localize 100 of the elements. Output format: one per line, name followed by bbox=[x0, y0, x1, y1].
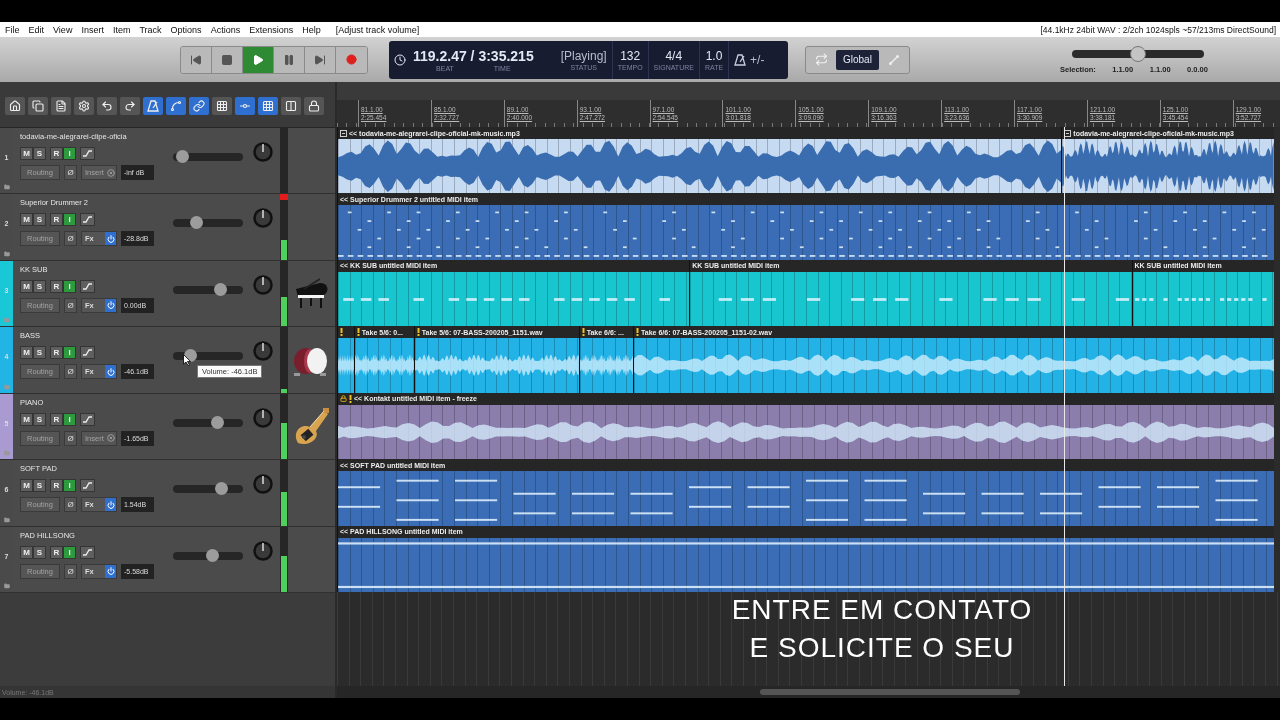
menu-item[interactable]: Extensions bbox=[249, 24, 294, 35]
track-toggle-button[interactable]: R bbox=[50, 346, 63, 360]
skip-back-button[interactable] bbox=[181, 46, 212, 73]
settings-button[interactable] bbox=[74, 97, 94, 115]
lock-button[interactable] bbox=[304, 97, 324, 115]
pan-knob[interactable] bbox=[252, 406, 274, 429]
phase-button[interactable]: Ø bbox=[64, 497, 77, 513]
curve-button[interactable] bbox=[166, 97, 186, 115]
grid-button[interactable] bbox=[212, 97, 232, 115]
volume-fader[interactable] bbox=[173, 349, 243, 363]
track-toggle-button[interactable]: S bbox=[33, 479, 46, 493]
envelope-button[interactable] bbox=[80, 147, 95, 160]
track-toggle-button[interactable]: M bbox=[20, 545, 33, 559]
audio-item[interactable] bbox=[338, 404, 1274, 460]
volume-fader[interactable] bbox=[173, 548, 243, 562]
menu-item[interactable]: File bbox=[5, 24, 20, 35]
power-button[interactable] bbox=[105, 297, 117, 313]
phase-button[interactable]: Ø bbox=[64, 231, 77, 247]
file-button[interactable] bbox=[51, 97, 71, 115]
track-toggle-button[interactable]: S bbox=[33, 545, 46, 559]
envelope-button[interactable] bbox=[80, 346, 95, 360]
menu-item[interactable]: Edit bbox=[28, 24, 45, 35]
audio-item[interactable] bbox=[579, 338, 634, 393]
track-toggle-button[interactable]: S bbox=[33, 147, 46, 160]
menu-item[interactable]: Track bbox=[139, 24, 162, 35]
metronome-button[interactable] bbox=[143, 97, 163, 115]
bypass-button[interactable] bbox=[105, 165, 117, 180]
link-button[interactable] bbox=[189, 97, 209, 115]
envelope-button[interactable] bbox=[80, 479, 95, 493]
phase-button[interactable]: Ø bbox=[64, 430, 77, 446]
track-toggle-button[interactable]: R bbox=[50, 213, 63, 227]
track-toggle-button[interactable]: R bbox=[50, 545, 63, 559]
track-toggle-button[interactable]: R bbox=[50, 147, 63, 160]
copy-button[interactable] bbox=[28, 97, 48, 115]
phase-button[interactable]: Ø bbox=[64, 297, 77, 313]
midi-item[interactable] bbox=[690, 271, 1132, 327]
envelope-button[interactable] bbox=[80, 213, 95, 227]
track-toggle-button[interactable]: R bbox=[50, 479, 63, 493]
track-toggle-button[interactable]: I bbox=[63, 279, 76, 293]
pause-button[interactable] bbox=[274, 46, 305, 73]
master-slider[interactable] bbox=[1072, 45, 1204, 62]
play-button[interactable] bbox=[243, 46, 274, 73]
pan-knob[interactable] bbox=[252, 539, 274, 562]
pan-knob[interactable] bbox=[252, 141, 274, 163]
track-toggle-button[interactable]: I bbox=[63, 479, 76, 493]
pan-knob[interactable] bbox=[252, 340, 274, 363]
folder-icon[interactable] bbox=[3, 184, 10, 191]
metronome-toggle[interactable]: +/- bbox=[750, 52, 765, 67]
track-toggle-button[interactable]: M bbox=[20, 479, 33, 493]
volume-fader[interactable] bbox=[173, 282, 243, 296]
menu-item[interactable]: Actions bbox=[210, 24, 241, 35]
track-toggle-button[interactable]: I bbox=[63, 412, 76, 426]
volume-fader[interactable] bbox=[173, 216, 243, 230]
power-button[interactable] bbox=[105, 563, 117, 579]
split-button[interactable] bbox=[281, 97, 301, 115]
midi-item[interactable] bbox=[338, 471, 1274, 526]
global-button[interactable]: Global bbox=[836, 49, 879, 70]
track-toggle-button[interactable]: S bbox=[33, 279, 46, 293]
bypass-button[interactable] bbox=[105, 430, 117, 446]
grid-button[interactable] bbox=[258, 97, 278, 115]
power-button[interactable] bbox=[105, 231, 117, 247]
track-toggle-button[interactable]: M bbox=[20, 147, 33, 160]
track-toggle-button[interactable]: M bbox=[20, 279, 33, 293]
track-toggle-button[interactable]: I bbox=[63, 346, 76, 360]
track-toggle-button[interactable]: M bbox=[20, 412, 33, 426]
phase-button[interactable]: Ø bbox=[64, 563, 77, 579]
skip-forward-button[interactable] bbox=[305, 46, 336, 73]
horizontal-scrollbar[interactable] bbox=[337, 686, 1280, 698]
menu-item[interactable]: Item bbox=[112, 24, 131, 35]
menu-item[interactable]: Options bbox=[170, 24, 202, 35]
power-button[interactable] bbox=[105, 364, 117, 380]
home-button[interactable] bbox=[5, 97, 25, 115]
track-toggle-button[interactable]: S bbox=[33, 412, 46, 426]
phase-button[interactable]: Ø bbox=[64, 364, 77, 380]
menu-item[interactable]: Help bbox=[302, 24, 321, 35]
midi-item[interactable] bbox=[338, 271, 690, 327]
envelope-button[interactable] bbox=[80, 412, 95, 426]
track-toggle-button[interactable]: S bbox=[33, 346, 46, 360]
redo-button[interactable] bbox=[120, 97, 140, 115]
volume-fader[interactable] bbox=[173, 150, 243, 163]
volume-fader[interactable] bbox=[173, 482, 243, 496]
track-toggle-button[interactable]: I bbox=[63, 213, 76, 227]
volume-fader[interactable] bbox=[173, 415, 243, 429]
pan-knob[interactable] bbox=[252, 207, 274, 230]
folder-icon[interactable] bbox=[3, 582, 10, 589]
envelope-button[interactable] bbox=[80, 279, 95, 293]
envelope-button[interactable] bbox=[80, 545, 95, 559]
track-toggle-button[interactable]: R bbox=[50, 279, 63, 293]
pan-knob[interactable] bbox=[252, 473, 274, 496]
power-button[interactable] bbox=[105, 497, 117, 513]
menu-item[interactable]: View bbox=[53, 24, 73, 35]
menu-item[interactable]: Insert bbox=[81, 24, 104, 35]
track-toggle-button[interactable]: R bbox=[50, 412, 63, 426]
undo-button[interactable] bbox=[97, 97, 117, 115]
midi-item[interactable] bbox=[1132, 271, 1274, 327]
track-toggle-button[interactable]: M bbox=[20, 346, 33, 360]
track-toggle-button[interactable]: I bbox=[63, 147, 76, 160]
scrollbar-thumb[interactable] bbox=[760, 689, 1020, 695]
stop-button[interactable] bbox=[212, 46, 243, 73]
track-toggle-button[interactable]: S bbox=[33, 213, 46, 227]
